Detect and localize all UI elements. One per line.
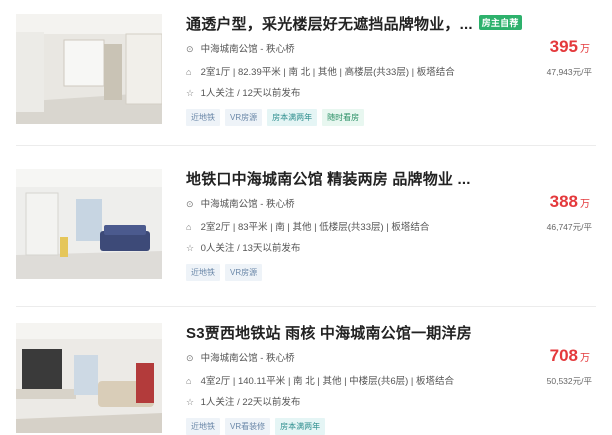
- location-pin-icon: ⊙: [186, 353, 194, 363]
- tag: 房本满两年: [275, 418, 326, 435]
- total-price: 388 万: [549, 192, 590, 211]
- listing-photo[interactable]: [16, 169, 162, 279]
- total-price: 395 万: [549, 37, 590, 56]
- star-icon: ☆: [186, 88, 195, 98]
- listing-community[interactable]: ⊙ 中海城南公馆 - 秩心桥: [186, 41, 295, 55]
- listing-title[interactable]: 地铁口中海城南公馆 精装两房 品牌物业 ...: [186, 168, 471, 189]
- listing-community[interactable]: ⊙ 中海城南公馆 - 秩心桥: [186, 350, 295, 364]
- listing-follow: ☆ 0人关注 / 13天以前发布: [186, 240, 300, 254]
- listing-info: ⌂ 2室2厅 | 83平米 | 南 | 其他 | 低楼层(共33层) | 板塔结…: [186, 219, 429, 233]
- listing-info: ⌂ 2室1厅 | 82.39平米 | 南 北 | 其他 | 高楼层(共33层) …: [186, 64, 455, 78]
- unit-price: 47,943元/平: [546, 67, 592, 77]
- listing-item[interactable]: 地铁口中海城南公馆 精装两房 品牌物业 ... ⊙ 中海城南公馆 - 秩心桥 ⌂…: [0, 155, 612, 309]
- community-name[interactable]: 中海城南公馆 - 秩心桥: [201, 353, 295, 364]
- tag: 近地铁: [186, 109, 220, 126]
- follow-info-text: 1人关注 / 22天以前发布: [200, 397, 301, 408]
- total-price: 708 万: [549, 346, 590, 365]
- star-icon: ☆: [186, 243, 195, 253]
- owner-recommend-badge: 房主自荐: [478, 15, 522, 30]
- house-icon: ⌂: [186, 222, 192, 232]
- unit-price: 50,532元/平: [546, 376, 592, 386]
- listing-item[interactable]: S3贾西地铁站 雨核 中海城南公馆一期洋房 ⊙ 中海城南公馆 - 秩心桥 ⌂ 4…: [0, 309, 612, 435]
- listing-community[interactable]: ⊙ 中海城南公馆 - 秩心桥: [186, 196, 295, 210]
- house-icon: ⌂: [186, 67, 192, 77]
- tag-list: 近地铁 VR看装修 房本满两年: [186, 416, 330, 435]
- tag: 随时看房: [322, 109, 365, 126]
- follow-info-text: 1人关注 / 12天以前发布: [200, 88, 301, 99]
- location-pin-icon: ⊙: [186, 44, 194, 54]
- tag: 近地铁: [186, 264, 220, 281]
- listing-info: ⌂ 4室2厅 | 140.11平米 | 南 北 | 其他 | 中楼层(共6层) …: [186, 373, 454, 387]
- house-info-text: 2室1厅 | 82.39平米 | 南 北 | 其他 | 高楼层(共33层) | …: [200, 67, 455, 78]
- house-info-text: 4室2厅 | 140.11平米 | 南 北 | 其他 | 中楼层(共6层) | …: [200, 376, 455, 387]
- tag: 房本满两年: [267, 109, 318, 126]
- tag: 近地铁: [186, 418, 220, 435]
- community-name[interactable]: 中海城南公馆 - 秩心桥: [201, 199, 295, 210]
- house-info-text: 2室2厅 | 83平米 | 南 | 其他 | 低楼层(共33层) | 板塔结合: [200, 222, 430, 233]
- tag: VR房源: [225, 109, 263, 126]
- follow-info-text: 0人关注 / 13天以前发布: [200, 243, 301, 254]
- tag: VR看装修: [225, 418, 271, 435]
- star-icon: ☆: [186, 397, 195, 407]
- divider: [16, 306, 596, 307]
- listing-follow: ☆ 1人关注 / 22天以前发布: [186, 394, 300, 408]
- location-pin-icon: ⊙: [186, 199, 194, 209]
- community-name[interactable]: 中海城南公馆 - 秩心桥: [201, 44, 295, 55]
- tag-list: 近地铁 VR房源 房本满两年 随时看房: [186, 107, 369, 126]
- listing-follow: ☆ 1人关注 / 12天以前发布: [186, 85, 300, 99]
- listing-title[interactable]: S3贾西地铁站 雨核 中海城南公馆一期洋房: [186, 322, 472, 343]
- listing-photo[interactable]: [16, 14, 162, 124]
- listing-list: 通透户型，采光楼层好无遮挡品牌物业，... 房主自荐 ⊙ 中海城南公馆 - 秩心桥…: [0, 0, 612, 435]
- listing-item[interactable]: 通透户型，采光楼层好无遮挡品牌物业，... 房主自荐 ⊙ 中海城南公馆 - 秩心桥…: [0, 0, 612, 146]
- divider: [16, 145, 596, 146]
- listing-photo[interactable]: [16, 323, 162, 433]
- unit-price: 46,747元/平: [546, 222, 592, 232]
- listing-title[interactable]: 通透户型，采光楼层好无遮挡品牌物业，... 房主自荐: [186, 13, 522, 34]
- tag: VR房源: [225, 264, 263, 281]
- house-icon: ⌂: [186, 376, 192, 386]
- tag-list: 近地铁 VR房源: [186, 262, 267, 281]
